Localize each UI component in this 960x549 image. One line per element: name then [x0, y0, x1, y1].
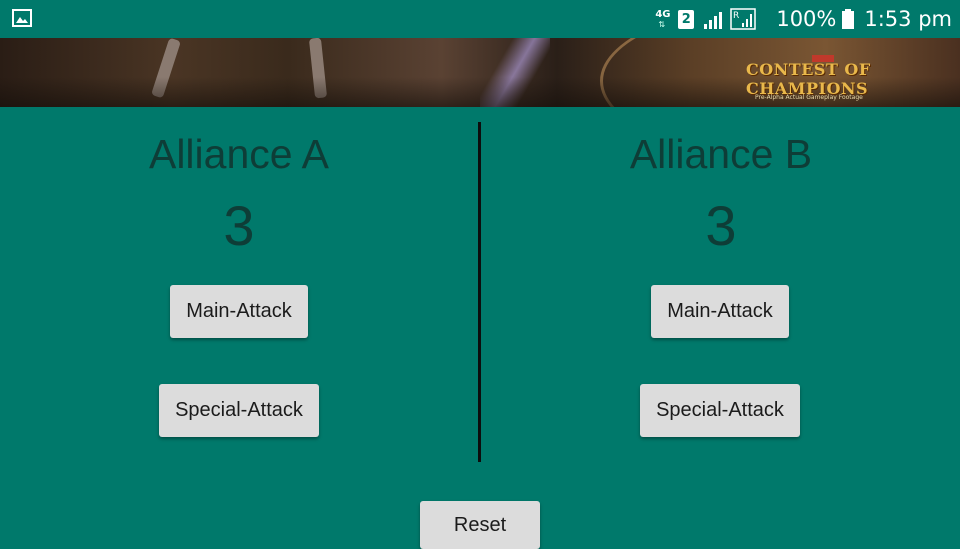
- banner-logo-subtitle: Pre-Alpha Actual Gameplay Footage: [755, 94, 863, 101]
- alliance-a-panel: Alliance A 3 Main-Attack Special-Attack: [0, 107, 478, 467]
- alliance-b-main-attack-button[interactable]: Main-Attack: [651, 285, 789, 338]
- alliance-b-special-attack-button[interactable]: Special-Attack: [640, 384, 800, 437]
- alliance-a-title: Alliance A: [148, 131, 330, 177]
- clock: 1:53 pm: [864, 7, 952, 31]
- banner-logo-text: CONTEST OF CHAMPIONS: [746, 60, 871, 98]
- column-divider: [478, 122, 481, 462]
- alliance-b-title: Alliance B: [629, 131, 813, 177]
- alliance-a-score: 3: [223, 194, 255, 257]
- network-type-icon: 4G ⇅: [655, 9, 671, 29]
- sim-slot-icon: 2: [678, 9, 695, 29]
- image-notification-icon: [12, 9, 32, 27]
- reset-button[interactable]: Reset: [420, 501, 540, 549]
- battery-percentage: 100%: [776, 7, 837, 31]
- signal-strength-icon: [704, 12, 723, 29]
- alliance-a-main-attack-button[interactable]: Main-Attack: [170, 285, 308, 338]
- status-bar: 4G ⇅ 2 R 100% 1:53 pm: [0, 0, 960, 38]
- battery-icon: [842, 9, 855, 29]
- roaming-signal-icon: R: [730, 8, 757, 30]
- roaming-label: R: [733, 11, 739, 21]
- alliance-a-special-attack-button[interactable]: Special-Attack: [159, 384, 319, 437]
- game-banner-image: CONTEST OF CHAMPIONS Pre-Alpha Actual Ga…: [0, 38, 960, 107]
- alliance-b-score: 3: [705, 194, 737, 257]
- alliance-b-panel: Alliance B 3 Main-Attack Special-Attack: [482, 107, 960, 467]
- status-indicators: 4G ⇅ 2 R 100% 1:53 pm: [654, 0, 952, 38]
